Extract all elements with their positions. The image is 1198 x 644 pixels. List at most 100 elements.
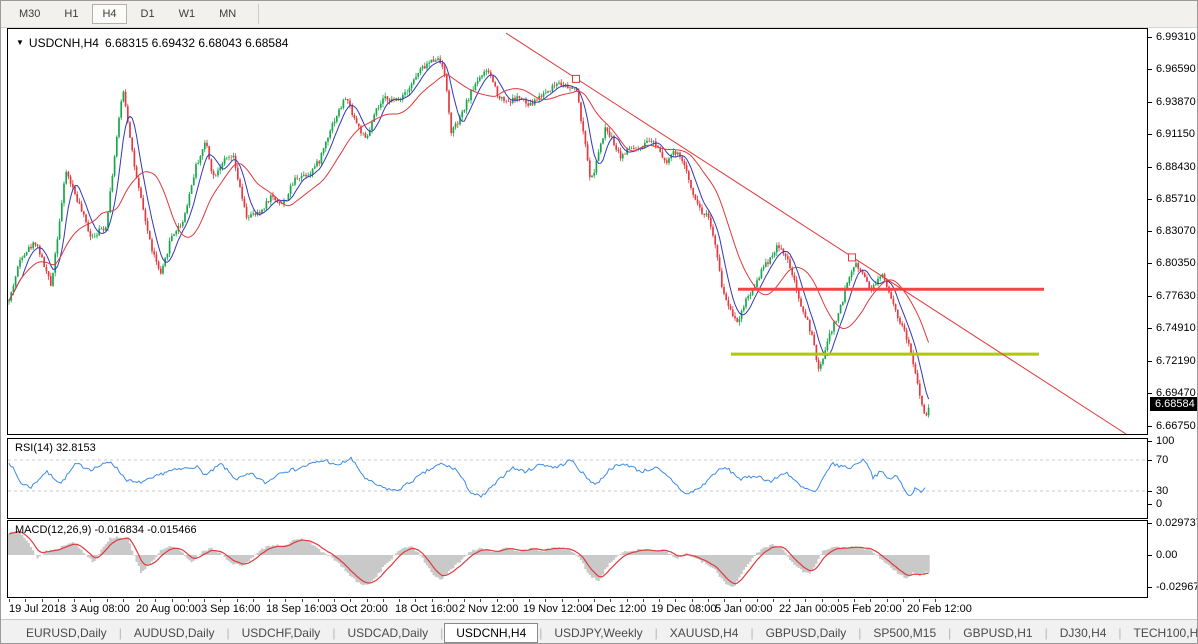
time-tick-mark	[480, 599, 481, 602]
time-tick-mark	[220, 599, 221, 602]
time-tick-mark	[90, 599, 91, 602]
tf-button-w1[interactable]: W1	[169, 4, 206, 24]
price-tick-label: 6.72190	[1156, 355, 1196, 367]
rsi-scale-tick	[1148, 460, 1152, 461]
time-tick-mark	[269, 599, 270, 602]
time-tick-mark	[318, 599, 319, 602]
chart-tab-usdcad[interactable]: USDCAD,Daily	[336, 623, 439, 643]
time-tick-mark	[350, 599, 351, 602]
rsi-canvas[interactable]	[8, 439, 1147, 518]
time-tick-mark	[285, 599, 286, 602]
rsi-scale-label: 30	[1156, 485, 1168, 497]
time-tick-mark	[58, 599, 59, 602]
trendline-handle-2	[849, 254, 856, 261]
rsi-scale-tick	[1148, 441, 1152, 442]
chart-tab-xauusd[interactable]: XAUUSD,H4	[659, 623, 750, 643]
time-axis[interactable]: 19 Jul 20183 Aug 08:0020 Aug 00:003 Sep …	[7, 599, 1148, 619]
time-axis-label: 19 Dec 08:00	[651, 603, 716, 615]
price-tick-label: 6.77630	[1156, 290, 1196, 302]
time-tick-mark	[74, 599, 75, 602]
price-tick-label: 6.96590	[1156, 63, 1196, 75]
rsi-panel[interactable]: RSI(14) 32.8153	[7, 438, 1148, 519]
time-tick-mark	[870, 599, 871, 602]
time-axis-label: 19 Jul 2018	[9, 603, 66, 615]
price-tick-label: 6.88430	[1156, 161, 1196, 173]
time-tick-mark	[854, 599, 855, 602]
macd-scale-tick	[1148, 587, 1152, 588]
tf-button-h4[interactable]: H4	[92, 4, 126, 24]
price-tick-mark	[1148, 37, 1152, 38]
tf-button-mn[interactable]: MN	[209, 4, 246, 24]
macd-scale-tick	[1148, 555, 1152, 556]
time-tick-mark	[919, 599, 920, 602]
time-axis-label: 22 Jan 00:00	[779, 603, 843, 615]
price-tick-mark	[1148, 426, 1152, 427]
price-axis[interactable]: 6.993106.965906.938706.911506.884306.857…	[1148, 1, 1198, 619]
time-tick-mark	[935, 599, 936, 602]
chart-tab-sp500[interactable]: SP500,M15	[862, 623, 947, 643]
price-tick-mark	[1148, 199, 1152, 200]
time-tick-mark	[724, 599, 725, 602]
price-chart-panel[interactable]: ▼USDCNH,H46.68315 6.69432 6.68043 6.6858…	[7, 28, 1148, 435]
time-tick-mark	[204, 599, 205, 602]
chart-tab-usdjpy[interactable]: USDJPY,Weekly	[543, 623, 653, 643]
slow-ma-line	[9, 75, 929, 343]
chart-tab-usdcnh[interactable]: USDCNH,H4	[444, 623, 538, 643]
time-tick-mark	[708, 599, 709, 602]
price-tick-mark	[1148, 134, 1152, 135]
chart-tab-dj30[interactable]: DJ30,H4	[1049, 623, 1118, 643]
price-tick-mark	[1148, 69, 1152, 70]
time-tick-mark	[415, 599, 416, 602]
time-axis-label: 20 Aug 00:00	[136, 603, 201, 615]
time-tick-mark	[610, 599, 611, 602]
time-tick-mark	[513, 599, 514, 602]
chart-tab-gbpusd[interactable]: GBPUSD,Daily	[755, 623, 858, 643]
chart-tab-eurusd[interactable]: EURUSD,Daily	[15, 623, 118, 643]
time-tick-mark	[740, 599, 741, 602]
rsi-scale-label: 70	[1156, 454, 1168, 466]
tf-button-m30[interactable]: M30	[9, 4, 50, 24]
up-candle-wicks	[9, 56, 929, 418]
down-candle-wicks	[31, 55, 926, 416]
tab-separator: |	[655, 626, 658, 640]
rsi-scale-label: 100	[1156, 435, 1174, 447]
time-tick-mark	[464, 599, 465, 602]
chart-tab-audusd[interactable]: AUDUSD,Daily	[123, 623, 226, 643]
price-chart-canvas[interactable]	[8, 29, 1147, 434]
time-tick-mark	[399, 599, 400, 602]
macd-label: MACD(12,26,9) -0.016834 -0.015466	[15, 524, 197, 536]
tab-separator: |	[440, 626, 443, 640]
timeframe-toolbar: M30H1H4D1W1MN	[1, 1, 1197, 28]
trendline	[506, 33, 1126, 434]
time-tick-mark	[367, 599, 368, 602]
down-candle-bodies	[31, 58, 926, 415]
tf-button-h1[interactable]: H1	[54, 4, 88, 24]
price-tick-label: 6.74910	[1156, 322, 1196, 334]
price-tick-mark	[1148, 393, 1152, 394]
time-tick-mark	[773, 599, 774, 602]
chart-tab-gbpusd[interactable]: GBPUSD,H1	[952, 623, 1043, 643]
macd-panel[interactable]: MACD(12,26,9) -0.016834 -0.015466	[7, 520, 1148, 598]
tab-separator: |	[858, 626, 861, 640]
time-tick-mark	[545, 599, 546, 602]
time-axis-label: 4 Dec 12:00	[587, 603, 646, 615]
chart-tab-tech100[interactable]: TECH100,H1	[1123, 623, 1198, 643]
chart-tab-usdchf[interactable]: USDCHF,Daily	[231, 623, 332, 643]
tab-separator: |	[948, 626, 951, 640]
chart-dropdown-icon[interactable]: ▼	[16, 38, 24, 47]
price-tick-label: 6.85710	[1156, 193, 1196, 205]
tab-separator: |	[227, 626, 230, 640]
time-tick-mark	[805, 599, 806, 602]
time-axis-label: 18 Oct 16:00	[395, 603, 458, 615]
price-tick-mark	[1148, 361, 1152, 362]
time-tick-mark	[822, 599, 823, 602]
tf-button-d1[interactable]: D1	[131, 4, 165, 24]
time-tick-mark	[383, 599, 384, 602]
time-axis-label: 3 Oct 20:00	[331, 603, 388, 615]
time-tick-mark	[562, 599, 563, 602]
chart-tabs-bar: EURUSD,Daily|AUDUSD,Daily|USDCHF,Daily|U…	[1, 619, 1197, 644]
time-tick-mark	[123, 599, 124, 602]
price-tick-mark	[1148, 102, 1152, 103]
tab-separator: |	[539, 626, 542, 640]
price-tick-label: 6.99310	[1156, 31, 1196, 43]
